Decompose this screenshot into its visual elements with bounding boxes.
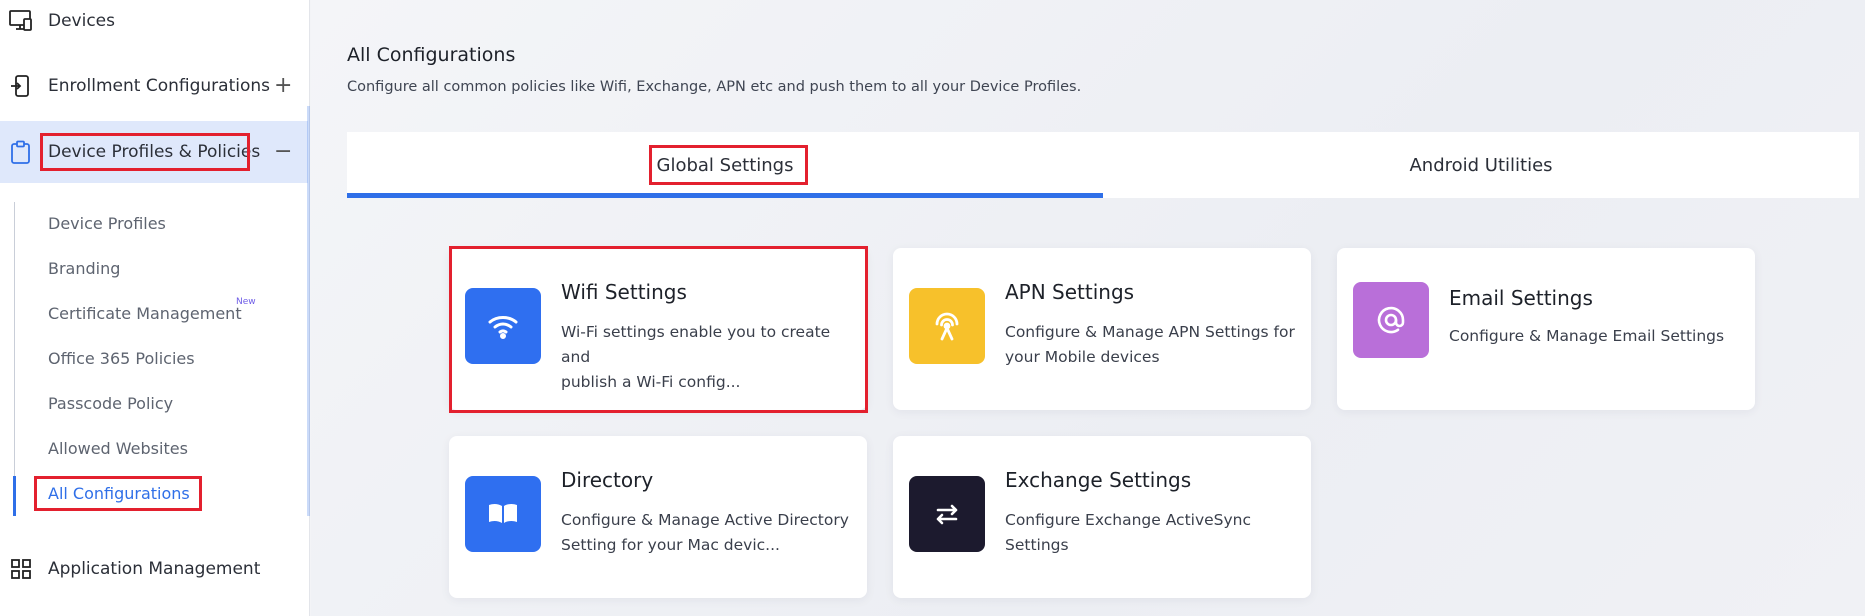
tab-bar: Global Settings Android Utilities [347, 132, 1859, 198]
highlight-box [649, 145, 808, 185]
sidebar-item-label: Enrollment Configurations [48, 76, 270, 96]
card-directory[interactable]: Directory Configure & Manage Active Dire… [449, 436, 867, 598]
expand-toggle[interactable]: + [274, 75, 292, 97]
card-description: Configure & Manage Active Directory Sett… [561, 508, 861, 558]
card-title: Directory [561, 468, 654, 492]
submenu-guide-line [14, 202, 15, 516]
card-title: Email Settings [1449, 286, 1593, 310]
collapse-toggle[interactable]: − [274, 141, 292, 163]
card-description-line: Configure & Manage APN Settings for [1005, 323, 1295, 341]
active-tab-underline [347, 193, 1103, 198]
swap-arrows-icon [909, 476, 985, 552]
sidebar-item-application-management[interactable]: Application Management [0, 543, 308, 595]
highlight-box [34, 476, 202, 511]
card-title: Exchange Settings [1005, 468, 1192, 492]
page-subtitle: Configure all common policies like Wifi,… [347, 79, 1082, 95]
card-description-line: Configure Exchange ActiveSync [1005, 511, 1252, 529]
sidebar: Devices Enrollment Configurations + Devi… [0, 0, 310, 616]
card-description-line: Configure & Manage Email Settings [1449, 327, 1725, 345]
antenna-icon [909, 288, 985, 364]
sidebar-subitem-passcode-policy[interactable]: Passcode Policy [48, 394, 173, 413]
card-description-line: Settings [1005, 536, 1069, 554]
sidebar-subitem-allowed-websites[interactable]: Allowed Websites [48, 439, 188, 458]
card-description: Configure & Manage APN Settings for your… [1005, 320, 1305, 370]
sidebar-item-enrollment-configurations[interactable]: Enrollment Configurations + [0, 60, 308, 112]
card-apn-settings[interactable]: APN Settings Configure & Manage APN Sett… [893, 248, 1311, 410]
highlight-box [449, 246, 868, 413]
card-description-line: Configure & Manage Active Directory [561, 511, 849, 529]
card-title: APN Settings [1005, 280, 1135, 304]
at-sign-icon [1353, 282, 1429, 358]
sidebar-subitem-certificate-management[interactable]: Certificate Management [48, 304, 242, 323]
card-email-settings[interactable]: Email Settings Configure & Manage Email … [1337, 248, 1755, 410]
main-content: All Configurations Configure all common … [311, 0, 1865, 616]
phone-enroll-icon [8, 73, 34, 99]
sidebar-subitem-office-365-policies[interactable]: Office 365 Policies [48, 349, 195, 368]
grid-icon [8, 556, 34, 582]
tab-android-utilities[interactable]: Android Utilities [1103, 132, 1859, 198]
card-exchange-settings[interactable]: Exchange Settings Configure Exchange Act… [893, 436, 1311, 598]
page-title: All Configurations [347, 44, 516, 66]
sidebar-item-devices[interactable]: Devices [0, 0, 308, 47]
sidebar-subitem-branding[interactable]: Branding [48, 259, 120, 278]
sidebar-item-label: Devices [48, 11, 115, 31]
card-description: Configure & Manage Email Settings [1449, 324, 1749, 349]
clipboard-icon [8, 139, 34, 165]
card-description: Configure Exchange ActiveSync Settings [1005, 508, 1305, 558]
monitor-icon [8, 8, 34, 34]
sidebar-item-label: Application Management [48, 559, 261, 579]
sidebar-scroll-indicator [307, 106, 310, 516]
sidebar-subitem-device-profiles[interactable]: Device Profiles [48, 214, 166, 233]
highlight-box [40, 133, 250, 171]
submenu-active-indicator [13, 476, 16, 516]
card-description-line: Setting for your Mac devic... [561, 536, 780, 554]
new-badge: New [236, 297, 256, 307]
book-icon [465, 476, 541, 552]
card-description-line: your Mobile devices [1005, 348, 1160, 366]
